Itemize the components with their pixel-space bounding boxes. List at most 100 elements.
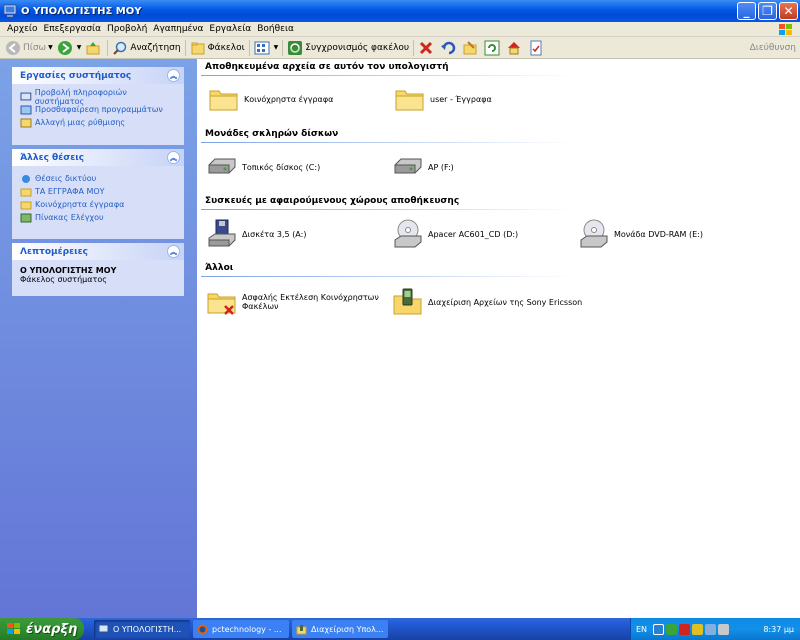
task-label: Διαχείριση Υπολ... [311, 624, 384, 634]
folder-move-icon [463, 40, 477, 54]
menu-view[interactable]: Προβολή [104, 24, 150, 34]
tray-alert-icon[interactable] [692, 623, 704, 635]
sync-folder-button[interactable]: Συγχρονισμός φακέλου [285, 38, 411, 58]
local-disk-c-item[interactable]: Τοπικός δίσκος (C:) [205, 151, 320, 183]
view-system-info-link[interactable]: Προβολή πληροφοριών συστήματος [20, 88, 176, 106]
system-info-icon [20, 92, 32, 100]
system-tasks-header[interactable]: Εργασίες συστήματος ︽ [12, 67, 184, 84]
change-setting-link[interactable]: Αλλαγή μιας ρύθμισης [20, 116, 176, 129]
back-arrow-icon [6, 40, 20, 55]
sony-ericsson-file-manager-item[interactable]: Διαχείριση Αρχείων της Sony Ericsson [391, 286, 582, 318]
network-places-link[interactable]: Θέσεις δικτύου [20, 172, 176, 185]
task-pane: Εργασίες συστήματος ︽ Προβολή πληροφοριώ… [0, 59, 197, 618]
menu-file[interactable]: Αρχείο [4, 24, 41, 34]
delete-x-icon [420, 41, 433, 54]
item-label: Διαχείριση Αρχείων της Sony Ericsson [428, 297, 583, 307]
item-label: Μονάδα DVD-RAM (E:) [614, 229, 703, 239]
up-button[interactable] [83, 38, 105, 58]
folder-up-icon [86, 41, 100, 54]
toolbar-separator [413, 39, 415, 56]
document-icon [530, 40, 542, 55]
folders-button[interactable]: Φάκελοι [188, 38, 247, 58]
back-button[interactable]: Πίσω ▼ [3, 38, 55, 58]
back-label: Πίσω [23, 42, 47, 53]
floppy-a-item[interactable]: Δισκέτα 3,5 (A:) [205, 218, 306, 250]
folder-icon [395, 90, 424, 111]
dvd-drive-icon [580, 219, 608, 248]
taskbar-item-file-manager[interactable]: Διαχείριση Υπολ... [292, 620, 388, 638]
my-computer-icon [3, 4, 17, 17]
dvd-ram-e-item[interactable]: Μονάδα DVD-RAM (E:) [577, 218, 703, 250]
properties-button[interactable] [526, 38, 548, 58]
undo-icon [441, 41, 456, 54]
views-button[interactable]: ▼ [252, 38, 281, 58]
menu-favorites[interactable]: Αγαπημένα [150, 24, 206, 34]
cd-drive-icon [394, 219, 422, 248]
shared-documents-link[interactable]: Κοινόχρηστα έγγραφα [20, 198, 176, 211]
home-button[interactable] [504, 38, 526, 58]
control-panel-link[interactable]: Πίνακας Ελέγχου [20, 211, 176, 224]
language-indicator[interactable]: EN [636, 625, 647, 634]
address-label[interactable]: Διεύθυνση [750, 43, 796, 53]
chevron-down-icon[interactable]: ▼ [48, 44, 53, 51]
item-label: Apacer AC601_CD (D:) [428, 229, 519, 239]
group-title-stored: Αποθηκευμένα αρχεία σε αυτόν τον υπολογι… [205, 62, 449, 72]
tray-network-icon[interactable] [653, 623, 665, 635]
firefox-icon [197, 624, 208, 634]
group-divider [201, 209, 576, 210]
task-label: pctechnology - ... [212, 624, 282, 634]
user-documents-item[interactable]: user - Έγγραφα [393, 83, 492, 115]
sync-label: Συγχρονισμός φακέλου [305, 42, 410, 53]
views-icon [254, 41, 270, 54]
taskbar-item-firefox[interactable]: pctechnology - ... [193, 620, 289, 638]
safe-shared-folders-item[interactable]: Ασφαλής Εκτέλεση Κοινόχρηστων Φακέλων [205, 286, 385, 318]
other-places-title: Άλλες θέσεις [20, 152, 85, 163]
tray-security-icon[interactable] [666, 623, 678, 635]
other-places-header[interactable]: Άλλες θέσεις ︽ [12, 149, 184, 166]
toolbar-separator [248, 39, 250, 56]
minimize-button[interactable]: _ [737, 2, 756, 20]
menu-bar: Αρχείο Επεξεργασία Προβολή Αγαπημένα Εργ… [0, 22, 800, 37]
group-divider [201, 75, 576, 76]
link-label: Κοινόχρηστα έγγραφα [35, 200, 125, 209]
hard-drive-icon [208, 158, 236, 174]
clock[interactable]: 8:37 μμ [763, 625, 794, 634]
network-icon [22, 174, 30, 183]
item-label: user - Έγγραφα [430, 94, 492, 104]
forward-button[interactable]: ▼ [55, 38, 84, 58]
undo-button[interactable] [438, 38, 460, 58]
my-documents-link[interactable]: ΤΑ ΕΓΓΡΑΦΑ ΜΟΥ [20, 185, 176, 198]
my-computer-icon [98, 624, 109, 632]
details-header[interactable]: Λεπτομέρειες ︽ [12, 243, 184, 260]
taskbar-item-my-computer[interactable]: Ο ΥΠΟΛΟΓΙΣΤΗ... [94, 620, 190, 638]
refresh-button[interactable] [482, 38, 504, 58]
delete-button[interactable] [416, 38, 438, 58]
system-tray: EN 8:37 μμ [630, 618, 800, 640]
cd-drive-d-item[interactable]: Apacer AC601_CD (D:) [391, 218, 518, 250]
menu-edit[interactable]: Επεξεργασία [41, 24, 105, 34]
group-title-removable: Συσκευές με αφαιρούμενους χώρους αποθήκε… [205, 196, 460, 206]
menu-help[interactable]: Βοήθεια [254, 24, 297, 34]
link-label: Πίνακας Ελέγχου [35, 213, 104, 222]
add-remove-programs-link[interactable]: Προσθαφαίρεση προγραμμάτων [20, 103, 176, 116]
tray-antivirus-icon[interactable] [679, 623, 691, 635]
tray-volume-icon[interactable] [718, 623, 730, 635]
move-to-button[interactable] [460, 38, 482, 58]
menu-tools[interactable]: Εργαλεία [206, 24, 254, 34]
title-bar[interactable]: Ο ΥΠΟΛΟΓΙΣΤΗΣ ΜΟΥ _ ❐ ✕ [0, 0, 800, 22]
windows-logo-icon [7, 623, 20, 634]
chevron-down-icon[interactable]: ▼ [274, 44, 279, 51]
forward-arrow-icon [57, 40, 72, 55]
search-button[interactable]: Αναζήτηση [110, 38, 182, 58]
shared-documents-item[interactable]: Κοινόχρηστα έγγραφα [207, 83, 333, 115]
close-button[interactable]: ✕ [779, 2, 798, 20]
content-pane: Αποθηκευμένα αρχεία σε αυτόν τον υπολογι… [197, 59, 800, 618]
tray-bluetooth-icon[interactable] [705, 623, 717, 635]
chevron-down-icon[interactable]: ▼ [77, 44, 82, 51]
maximize-button[interactable]: ❐ [758, 2, 777, 20]
collapse-icon[interactable]: ︽ [167, 151, 180, 164]
start-button[interactable]: έναρξη [0, 618, 84, 640]
collapse-icon[interactable]: ︽ [167, 69, 180, 82]
ap-drive-f-item[interactable]: AP (F:) [391, 151, 454, 183]
collapse-icon[interactable]: ︽ [167, 245, 180, 258]
